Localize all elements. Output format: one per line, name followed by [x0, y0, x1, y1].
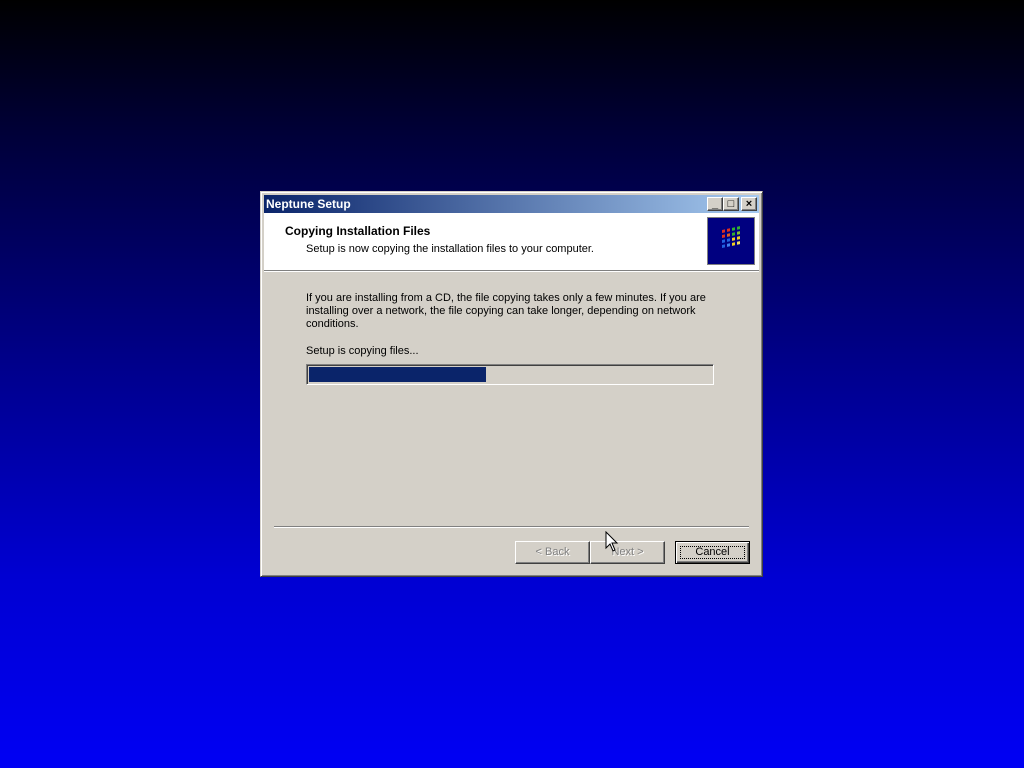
- minimize-button[interactable]: _: [707, 197, 723, 211]
- header-divider: [264, 270, 759, 272]
- windows-logo-icon: [707, 217, 755, 265]
- mouse-cursor-icon: [605, 531, 619, 552]
- window-title: Neptune Setup: [266, 197, 351, 211]
- setup-window: Neptune Setup _ □ × Copying Installation…: [260, 191, 763, 577]
- close-button[interactable]: ×: [741, 197, 757, 211]
- maximize-button[interactable]: □: [723, 197, 739, 211]
- next-button[interactable]: Next >: [590, 541, 665, 564]
- progress-fill: [309, 367, 486, 382]
- footer-divider: [274, 526, 749, 528]
- progress-bar: [306, 364, 714, 385]
- wizard-header: Copying Installation Files Setup is now …: [264, 213, 759, 270]
- back-button-label: < Back: [535, 546, 570, 558]
- close-icon: ×: [745, 198, 753, 210]
- page-title: Copying Installation Files: [285, 224, 431, 238]
- cancel-button-label: Cancel: [695, 546, 730, 558]
- back-button[interactable]: < Back: [515, 541, 590, 564]
- page-subtitle: Setup is now copying the installation fi…: [306, 243, 594, 255]
- cancel-button[interactable]: Cancel: [675, 541, 750, 564]
- title-bar[interactable]: Neptune Setup _ □ ×: [264, 195, 759, 213]
- minimize-icon: _: [711, 198, 719, 210]
- status-text: Setup is copying files...: [306, 345, 419, 357]
- description-text: If you are installing from a CD, the fil…: [306, 292, 706, 330]
- maximize-icon: □: [727, 198, 735, 210]
